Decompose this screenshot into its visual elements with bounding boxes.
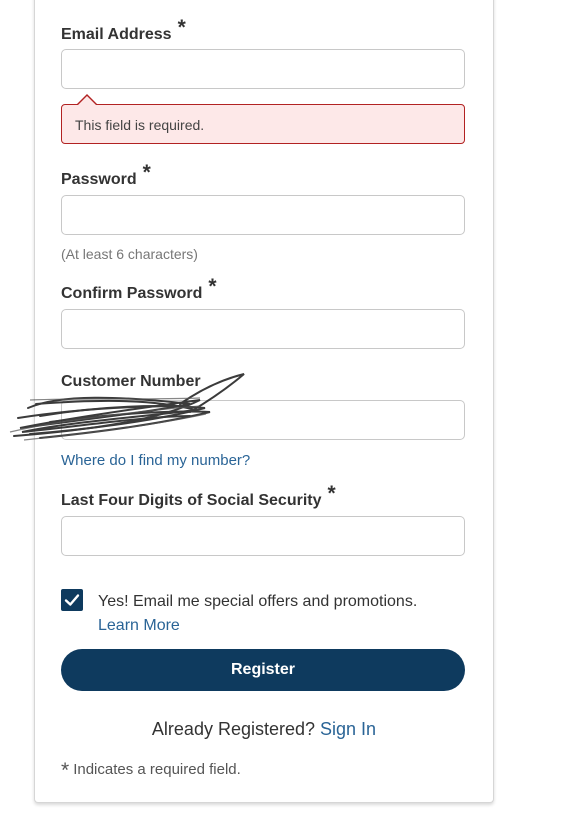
ssn-input[interactable] — [61, 516, 465, 556]
already-registered-row: Already Registered? Sign In — [0, 719, 528, 740]
confirm-password-required-mark: * — [208, 275, 217, 298]
footnote-star: * — [61, 759, 70, 782]
learn-more-link[interactable]: Learn More — [98, 617, 180, 635]
ssn-label: Last Four Digits of Social Security * — [61, 482, 336, 511]
password-hint: (At least 6 characters) — [61, 246, 198, 262]
promotions-text: Yes! Email me special offers and promoti… — [98, 593, 418, 610]
required-footnote: * Indicates a required field. — [61, 756, 241, 782]
email-error-message: This field is required. — [61, 104, 465, 144]
ssn-required-mark: * — [327, 482, 336, 505]
email-required-mark: * — [177, 16, 186, 39]
registration-page: Email Address * This field is required. P… — [0, 0, 582, 813]
register-button[interactable]: Register — [61, 649, 465, 691]
email-label: Email Address * — [61, 16, 186, 45]
password-label: Password * — [61, 161, 151, 190]
password-required-mark: * — [142, 161, 151, 184]
error-arrow-inner — [77, 96, 97, 106]
password-input[interactable] — [61, 195, 465, 235]
footnote-text: Indicates a required field. — [73, 761, 241, 778]
confirm-password-label-text: Confirm Password — [61, 285, 203, 302]
redaction-scribble — [9, 373, 245, 441]
password-label-text: Password — [61, 171, 137, 188]
confirm-password-label: Confirm Password * — [61, 275, 217, 304]
find-number-link[interactable]: Where do I find my number? — [61, 452, 250, 469]
email-input[interactable] — [61, 49, 465, 89]
promotions-checkbox[interactable] — [61, 589, 83, 611]
checkmark-icon — [64, 594, 80, 606]
confirm-password-input[interactable] — [61, 309, 465, 349]
already-registered-text: Already Registered? — [151, 719, 316, 739]
email-label-text: Email Address — [61, 26, 172, 43]
ssn-label-text: Last Four Digits of Social Security — [61, 492, 322, 509]
sign-in-link[interactable]: Sign In — [320, 719, 376, 739]
